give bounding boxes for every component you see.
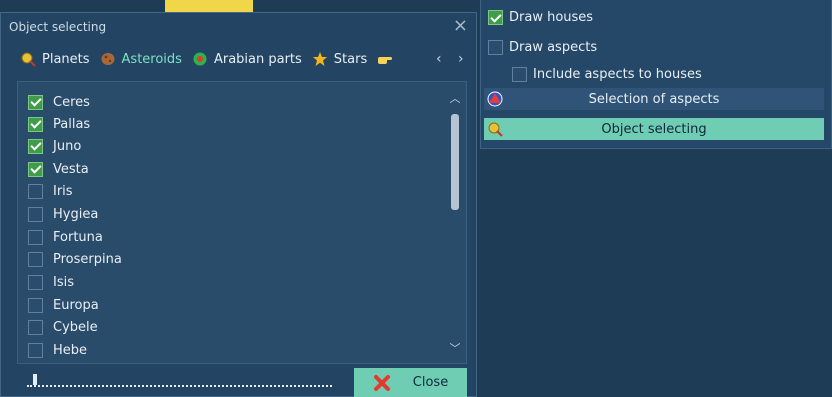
include-aspects-houses-label: Include aspects to houses: [533, 67, 702, 82]
item-label: Ceres: [53, 94, 90, 110]
tab-pointer-partial[interactable]: [372, 48, 398, 70]
item-checkbox[interactable]: [28, 94, 43, 110]
item-checkbox[interactable]: [28, 297, 43, 313]
draw-aspects-option[interactable]: Draw aspects: [488, 40, 597, 55]
item-checkbox[interactable]: [28, 342, 43, 358]
slider-track: [27, 383, 332, 387]
slider-handle[interactable]: [33, 374, 37, 385]
item-label: Iris: [53, 183, 73, 199]
item-checkbox[interactable]: [28, 251, 43, 267]
tab-stars-label: Stars: [333, 51, 368, 67]
asteroid-icon: [101, 53, 115, 65]
item-checkbox[interactable]: [28, 319, 43, 335]
draw-houses-label: Draw houses: [509, 10, 594, 25]
scroll-up-icon[interactable]: ︿: [448, 90, 462, 106]
close-button[interactable]: Close: [354, 368, 467, 397]
close-icon[interactable]: ×: [453, 17, 468, 35]
item-checkbox[interactable]: [28, 229, 43, 245]
list-item[interactable]: Iris: [28, 181, 73, 201]
list-item[interactable]: Europa: [28, 295, 99, 315]
aspects-icon: [487, 91, 503, 107]
hand-pointer-icon: [378, 57, 393, 64]
include-aspects-houses-option[interactable]: Include aspects to houses: [512, 67, 702, 82]
dialog-title: Object selecting: [9, 20, 107, 34]
list-item[interactable]: Isis: [28, 272, 74, 292]
tab-asteroids-label: Asteroids: [121, 51, 182, 67]
draw-houses-checkbox[interactable]: [488, 10, 503, 25]
list-item[interactable]: Juno: [28, 136, 81, 156]
item-label: Cybele: [53, 319, 98, 335]
item-label: Isis: [53, 274, 74, 290]
item-label: Hygiea: [53, 206, 99, 222]
tab-stars[interactable]: Stars: [307, 48, 372, 70]
tab-bar: Planets Asteroids Arabian parts Stars: [15, 47, 398, 71]
dialog-titlebar[interactable]: Object selecting ×: [1, 13, 476, 41]
star-icon: [312, 52, 327, 66]
object-selecting-dialog: Object selecting × Planets Asteroids Ara…: [0, 12, 477, 397]
list-item[interactable]: Hygiea: [28, 204, 98, 224]
list-item[interactable]: Hebe: [28, 340, 87, 360]
list-item[interactable]: Pallas: [28, 114, 90, 134]
planet-icon: [21, 52, 36, 67]
object-selecting-icon: [488, 122, 503, 137]
draw-houses-option[interactable]: Draw houses: [488, 10, 593, 25]
item-checkbox[interactable]: [28, 274, 43, 290]
list-item[interactable]: Fortuna: [28, 227, 103, 247]
scroll-down-icon[interactable]: ﹀: [448, 340, 462, 356]
item-checkbox[interactable]: [28, 183, 43, 199]
dialog-footer: Close: [17, 365, 467, 397]
arabian-parts-icon: [193, 52, 207, 66]
item-checkbox[interactable]: [28, 206, 43, 222]
tab-arabian-parts[interactable]: Arabian parts: [187, 48, 307, 70]
tab-scroll-left-icon[interactable]: ‹: [436, 51, 442, 67]
tab-arabian-parts-label: Arabian parts: [213, 51, 302, 67]
selection-of-aspects-label: Selection of aspects: [588, 91, 720, 107]
close-x-icon: [373, 374, 390, 391]
draw-aspects-label: Draw aspects: [509, 40, 598, 55]
tab-planets[interactable]: Planets: [15, 48, 95, 70]
list-item[interactable]: Ceres: [28, 92, 90, 112]
item-checkbox[interactable]: [28, 138, 43, 154]
asteroid-list[interactable]: Ceres Pallas Juno Vesta Iris Hygiea Fort…: [17, 81, 467, 364]
selection-of-aspects-button[interactable]: Selection of aspects: [484, 88, 824, 110]
orb-slider[interactable]: [27, 373, 332, 389]
tab-scroll-right-icon[interactable]: ›: [458, 51, 464, 67]
item-label: Pallas: [53, 116, 91, 132]
tab-asteroids[interactable]: Asteroids: [95, 48, 187, 70]
object-selecting-label: Object selecting: [601, 121, 707, 137]
item-label: Vesta: [53, 161, 89, 177]
include-aspects-houses-checkbox[interactable]: [512, 67, 527, 82]
scrollbar-thumb[interactable]: [451, 114, 459, 210]
item-label: Europa: [53, 297, 99, 313]
list-item[interactable]: Proserpina: [28, 249, 122, 269]
draw-aspects-checkbox[interactable]: [488, 40, 503, 55]
list-item[interactable]: Cybele: [28, 317, 98, 337]
close-button-label: Close: [412, 375, 449, 390]
item-label: Proserpina: [53, 251, 122, 267]
list-item[interactable]: Vesta: [28, 159, 89, 179]
item-checkbox[interactable]: [28, 161, 43, 177]
tab-planets-label: Planets: [42, 51, 90, 67]
item-label: Fortuna: [53, 229, 103, 245]
item-checkbox[interactable]: [28, 116, 43, 132]
object-selecting-button[interactable]: Object selecting: [484, 118, 824, 140]
list-scrollbar[interactable]: ︿ ﹀: [448, 90, 462, 356]
item-label: Juno: [53, 138, 82, 154]
item-label: Hebe: [53, 342, 88, 358]
